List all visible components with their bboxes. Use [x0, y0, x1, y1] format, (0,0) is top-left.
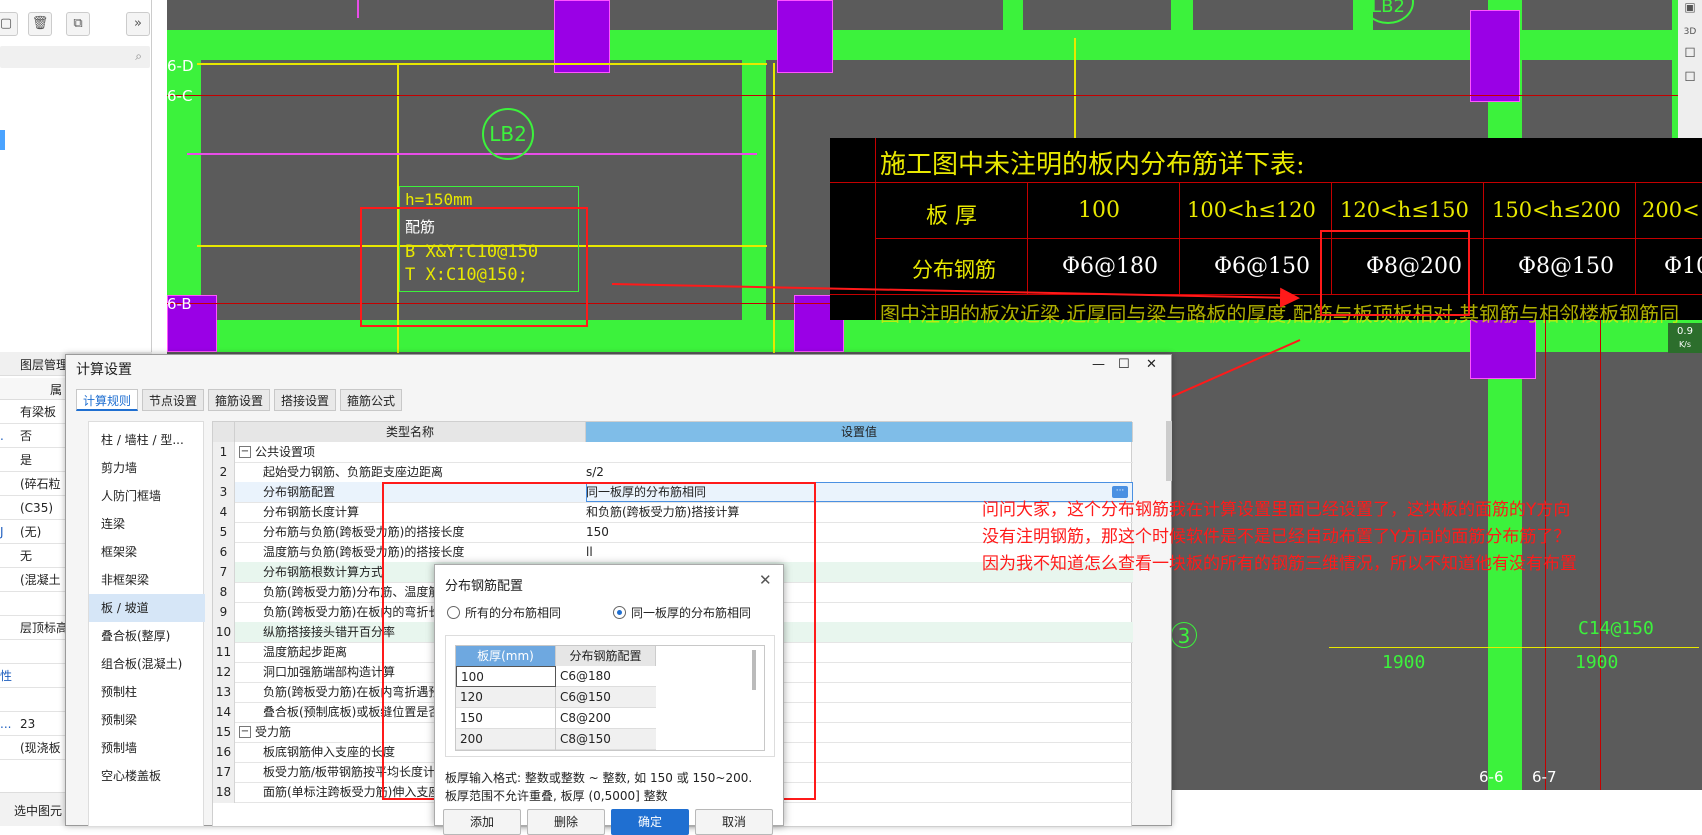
sub-dialog-title: 分布钢筋配置: [445, 579, 524, 594]
thickness-cell[interactable]: 100: [456, 666, 556, 687]
row-number: 12: [213, 662, 235, 683]
row-name: 温度筋起步距离: [263, 645, 348, 659]
row-number: 15: [213, 722, 235, 743]
range-hint: 板厚范围不允许重叠, 板厚 (0,5000] 整数: [445, 789, 668, 803]
category-item[interactable]: 预制墙: [89, 734, 205, 762]
row-name: 纵筋搭接接头错开百分率: [263, 625, 396, 639]
close-button[interactable]: ✕: [1146, 357, 1157, 372]
table-row[interactable]: 200 C8@150: [456, 729, 656, 750]
thickness-cell[interactable]: 200: [456, 729, 556, 750]
row-name: 分布钢筋长度计算: [263, 505, 360, 519]
radio-same-thickness[interactable]: 同一板厚的分布筋相同: [613, 603, 751, 623]
table-row[interactable]: 100 C6@180: [456, 666, 656, 687]
rebar-cell[interactable]: C6@180: [556, 666, 656, 687]
close-icon[interactable]: ✕: [759, 571, 772, 589]
table-row[interactable]: 2 起始受力钢筋、负筋距支座边距离 s/2: [213, 462, 1133, 483]
ok-button[interactable]: 确定: [611, 809, 689, 835]
tab-node-settings[interactable]: 节点设置: [142, 389, 205, 411]
row-value[interactable]: s/2: [586, 462, 604, 483]
tab-stirrup-formula[interactable]: 箍筋公式: [340, 389, 403, 411]
radio-all-same[interactable]: 所有的分布筋相同: [447, 603, 561, 623]
row-number: 17: [213, 762, 235, 783]
dialog-title: 计算设置: [76, 362, 132, 378]
grid-header-no: [213, 422, 235, 442]
table-header: 分布钢筋配置: [556, 646, 656, 666]
category-item[interactable]: 剪力墙: [89, 454, 205, 482]
distribution-rebar-dialog: 分布钢筋配置 ✕ 所有的分布筋相同 同一板厚的分布筋相同 板厚(mm) 分布钢筋…: [434, 564, 784, 835]
grid-header-value: 设置值: [586, 422, 1133, 442]
row-number: 1: [213, 442, 235, 463]
category-item[interactable]: 柱 / 墙柱 / 型...: [89, 426, 205, 454]
thickness-table: 板厚(mm) 分布钢筋配置 100 C6@180 120 C6@150 150 C8@20…: [455, 645, 765, 751]
row-number: 4: [213, 502, 235, 523]
category-item[interactable]: 预制梁: [89, 706, 205, 734]
add-button[interactable]: 添加: [443, 809, 521, 835]
maximize-button[interactable]: ☐: [1118, 357, 1130, 372]
row-name: 板底钢筋伸入支座的长度: [263, 745, 396, 759]
rebar-cell[interactable]: C8@150: [556, 729, 656, 750]
row-number: 9: [213, 602, 235, 623]
tab-lap-settings[interactable]: 搭接设置: [274, 389, 337, 411]
annotation-arrow: [611, 283, 1300, 308]
scrollbar[interactable]: [752, 650, 756, 690]
row-name: 分布钢筋配置: [263, 485, 336, 499]
tab-calc-rules[interactable]: 计算规则: [76, 389, 139, 411]
row-name: 洞口加强筋端部构造计算: [263, 665, 396, 679]
delete-button[interactable]: 删除: [527, 809, 605, 835]
thickness-cell[interactable]: 120: [456, 687, 556, 708]
row-number: 3: [213, 482, 235, 503]
row-number: 2: [213, 462, 235, 483]
row-name: 起始受力钢筋、负筋距支座边距离: [263, 465, 444, 479]
radio-circle: [613, 606, 626, 619]
row-number: 8: [213, 582, 235, 603]
tab-stirrup-settings[interactable]: 箍筋设置: [208, 389, 271, 411]
rebar-cell[interactable]: C8@200: [556, 708, 656, 729]
radio-circle: [447, 606, 460, 619]
category-item[interactable]: 预制柱: [89, 678, 205, 706]
row-number: 7: [213, 562, 235, 583]
row-name: 受力筋: [255, 725, 292, 739]
row-number: 16: [213, 742, 235, 763]
category-item[interactable]: 叠合板(整厚): [89, 622, 205, 650]
table-row[interactable]: 1− 公共设置项: [213, 442, 1133, 463]
table-row[interactable]: 150 C8@200: [456, 708, 656, 729]
collapse-toggle-icon[interactable]: −: [239, 726, 251, 738]
table-row[interactable]: 120 C6@150: [456, 687, 656, 708]
table-header: 板厚(mm): [456, 646, 556, 666]
grid-header-name: 类型名称: [235, 422, 586, 442]
category-list: 柱 / 墙柱 / 型... 剪力墙 人防门框墙 连梁 框架梁 非框架梁板 / 坡道 叠合板(…: [88, 421, 205, 827]
collapse-toggle-icon[interactable]: −: [239, 446, 251, 458]
scrollbar[interactable]: [1166, 421, 1172, 481]
row-name: 分布钢筋根数计算方式: [263, 565, 384, 579]
row-name: 公共设置项: [255, 445, 316, 459]
row-number: 14: [213, 702, 235, 723]
minimize-button[interactable]: —: [1092, 357, 1105, 372]
category-item[interactable]: 组合板(混凝土): [89, 650, 205, 678]
row-number: 10: [213, 622, 235, 643]
format-hint: 板厚输入格式: 整数或整数 ~ 整数, 如 150 或 150~200.: [445, 771, 753, 785]
radio-label: 所有的分布筋相同: [465, 606, 562, 620]
question-annotation: 问问大家，这个分布钢筋我在计算设置里面已经设置了，这块板的面筋的Y方向没有注明钢…: [982, 500, 1577, 574]
row-number: 5: [213, 522, 235, 543]
category-item[interactable]: 空心楼盖板: [89, 762, 205, 790]
cancel-button[interactable]: 取消: [695, 809, 773, 835]
category-item[interactable]: 框架梁: [89, 538, 205, 566]
row-number: 6: [213, 542, 235, 563]
row-number: 18: [213, 782, 235, 803]
category-item[interactable]: 板 / 坡道: [89, 594, 205, 622]
radio-label: 同一板厚的分布筋相同: [631, 606, 752, 620]
row-number: 11: [213, 642, 235, 663]
category-item[interactable]: 人防门框墙: [89, 482, 205, 510]
thickness-cell[interactable]: 150: [456, 708, 556, 729]
rebar-cell[interactable]: C6@150: [556, 687, 656, 708]
category-item[interactable]: 非框架梁: [89, 566, 205, 594]
category-item[interactable]: 连梁: [89, 510, 205, 538]
row-number: 13: [213, 682, 235, 703]
